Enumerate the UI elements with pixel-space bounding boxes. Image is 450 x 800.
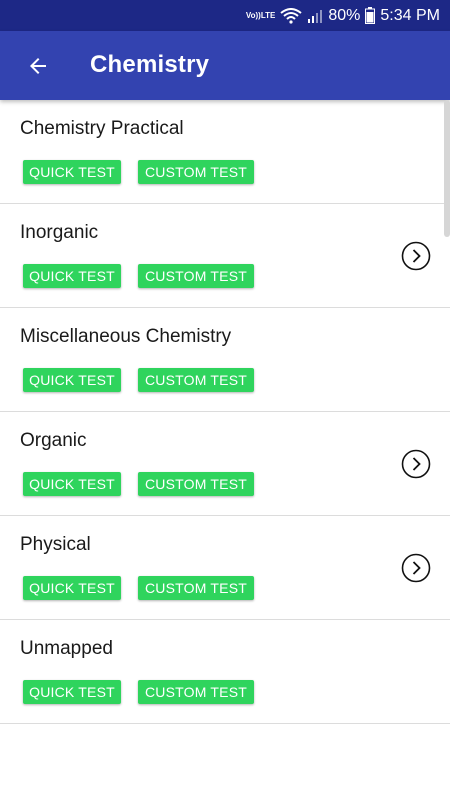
custom-test-button[interactable]: CUSTOM TEST	[138, 680, 254, 704]
signal-icon	[307, 8, 323, 24]
quick-test-button[interactable]: QUICK TEST	[23, 472, 121, 496]
topic-title: Unmapped	[20, 638, 113, 659]
custom-test-button[interactable]: CUSTOM TEST	[138, 368, 254, 392]
app-bar: Chemistry	[0, 31, 450, 100]
scrollbar[interactable]	[444, 100, 450, 237]
volte-indicator: Vo)) LTE	[245, 10, 276, 20]
status-bar: Vo)) LTE 80% 5:34 PM	[0, 0, 450, 31]
volte-top-text: Vo))	[245, 10, 261, 20]
custom-test-button[interactable]: CUSTOM TEST	[138, 160, 254, 184]
topic-title: Physical	[20, 534, 91, 555]
page-title: Chemistry	[90, 51, 210, 78]
chevron-right-icon[interactable]	[401, 553, 431, 583]
custom-test-button[interactable]: CUSTOM TEST	[138, 472, 254, 496]
topic-title: Chemistry Practical	[20, 118, 184, 139]
custom-test-button[interactable]: CUSTOM TEST	[138, 576, 254, 600]
list-item: Unmapped QUICK TEST CUSTOM TEST	[0, 620, 450, 724]
back-button[interactable]	[20, 48, 56, 84]
quick-test-button[interactable]: QUICK TEST	[23, 368, 121, 392]
quick-test-button[interactable]: QUICK TEST	[23, 264, 121, 288]
battery-icon	[365, 7, 376, 24]
topic-title: Miscellaneous Chemistry	[20, 326, 232, 347]
topic-list: Chemistry Practical QUICK TEST CUSTOM TE…	[0, 100, 450, 724]
wifi-icon	[280, 7, 302, 24]
list-item: Chemistry Practical QUICK TEST CUSTOM TE…	[0, 100, 450, 204]
list-item: Physical QUICK TEST CUSTOM TEST	[0, 516, 450, 620]
quick-test-button[interactable]: QUICK TEST	[23, 576, 121, 600]
battery-percent: 80%	[328, 6, 361, 24]
topic-title: Organic	[20, 430, 87, 451]
quick-test-button[interactable]: QUICK TEST	[23, 160, 121, 184]
chevron-right-icon[interactable]	[401, 241, 431, 271]
clock: 5:34 PM	[380, 6, 440, 24]
list-item: Organic QUICK TEST CUSTOM TEST	[0, 412, 450, 516]
chevron-right-icon[interactable]	[401, 449, 431, 479]
quick-test-button[interactable]: QUICK TEST	[23, 680, 121, 704]
custom-test-button[interactable]: CUSTOM TEST	[138, 264, 254, 288]
list-item: Miscellaneous Chemistry QUICK TEST CUSTO…	[0, 308, 450, 412]
list-item: Inorganic QUICK TEST CUSTOM TEST	[0, 204, 450, 308]
arrow-left-icon	[30, 58, 46, 74]
volte-bottom-text: LTE	[260, 10, 276, 20]
topic-title: Inorganic	[20, 222, 99, 243]
